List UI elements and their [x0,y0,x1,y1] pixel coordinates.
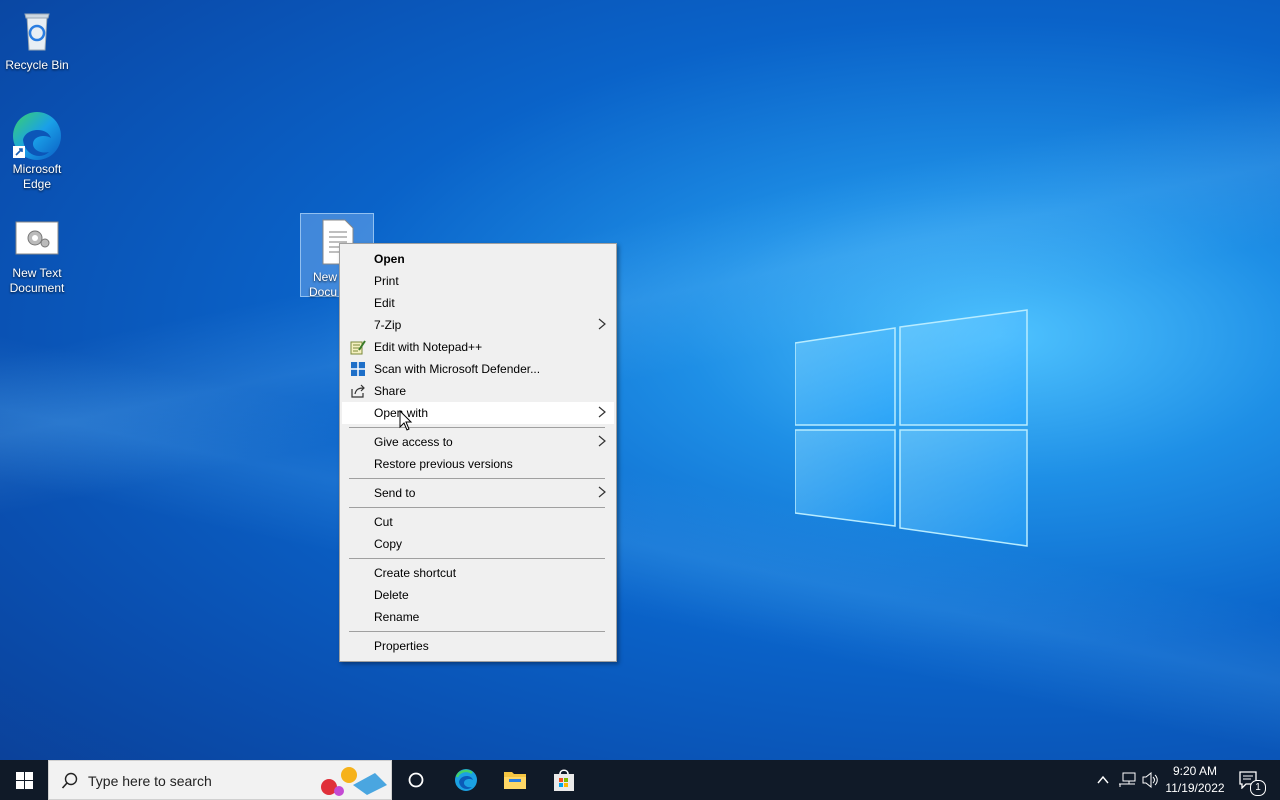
recycle-bin-icon [13,6,61,54]
desktop-icon-label: New Text [12,266,62,280]
menu-item-create-shortcut[interactable]: Create shortcut [342,562,614,584]
task-view-button[interactable] [392,760,440,800]
search-highlight-illustration-icon [321,767,387,796]
taskbar: Type here to search 9:20 AM 11/19/2022 1 [0,760,1280,800]
notification-center-button[interactable]: 1 [1236,760,1270,800]
menu-separator [349,558,605,559]
desktop-icon-label: Microsoft [12,162,62,176]
menu-item-give-access[interactable]: Give access to [342,431,614,453]
menu-item-open[interactable]: Open [342,248,614,270]
store-bag-icon [554,769,574,791]
edge-icon [13,110,61,160]
chevron-right-icon [598,318,606,330]
taskbar-search-box[interactable]: Type here to search [48,760,392,800]
edge-icon [455,769,477,791]
menu-item-label: Rename [374,610,420,624]
menu-item-label: Open [374,252,405,266]
menu-item-send-to[interactable]: Send to [342,482,614,504]
desktop-icon-label: Recycle Bin [5,58,69,72]
menu-item-scan-defender[interactable]: Scan with Microsoft Defender... [342,358,614,380]
menu-item-rename[interactable]: Rename [342,606,614,628]
chevron-up-icon[interactable] [1097,775,1109,785]
menu-item-label: Delete [374,588,409,602]
taskbar-store-button[interactable] [540,760,588,800]
desktop-icon-label: Edge [22,177,52,191]
menu-item-label: Cut [374,515,393,529]
menu-item-7zip[interactable]: 7-Zip [342,314,614,336]
menu-item-label: Restore previous versions [374,457,513,471]
menu-item-edit-with-notepad[interactable]: Edit with Notepad++ [342,336,614,358]
menu-item-print[interactable]: Print [342,270,614,292]
notepad-plus-plus-icon [350,340,366,355]
taskbar-edge-button[interactable] [442,760,490,800]
clock-date: 11/19/2022 [1165,781,1225,795]
desktop-icon-new-text-document-1[interactable]: New Text Document [0,214,74,296]
menu-separator [349,427,605,428]
desktop-icon-label: Document [9,281,65,295]
volume-icon[interactable] [1142,772,1160,788]
start-button[interactable] [0,760,48,800]
desktop-icon-recycle-bin[interactable]: Recycle Bin [0,6,74,73]
menu-item-label: Edit [374,296,395,310]
menu-separator [349,478,605,479]
chevron-right-icon [598,435,606,447]
chevron-right-icon [598,406,606,418]
menu-item-copy[interactable]: Copy [342,533,614,555]
menu-item-properties[interactable]: Properties [342,635,614,657]
menu-item-label: Scan with Microsoft Defender... [374,362,541,376]
menu-item-label: Edit with Notepad++ [374,340,483,354]
menu-item-label: Properties [374,639,429,653]
mouse-cursor-icon [399,410,413,431]
clock[interactable]: 9:20 AM 11/19/2022 [1164,764,1226,795]
notification-count-badge: 1 [1250,780,1266,796]
menu-separator [349,631,605,632]
menu-item-share[interactable]: Share [342,380,614,402]
cortana-circle-icon [408,772,424,788]
clock-time: 9:20 AM [1172,764,1218,778]
menu-item-open-with[interactable]: Open with [342,402,614,424]
menu-item-label: Share [374,384,407,398]
menu-item-cut[interactable]: Cut [342,511,614,533]
menu-item-label: 7-Zip [374,318,402,332]
context-menu: Open Print Edit 7-Zip Edit with Notepad+… [339,243,617,662]
taskbar-file-explorer-button[interactable] [491,760,539,800]
share-icon [351,384,365,398]
windows-logo-wallpaper [795,309,1028,547]
windows-start-icon [16,772,33,789]
search-icon [61,772,78,789]
menu-separator [349,507,605,508]
chevron-right-icon [598,486,606,498]
menu-item-edit[interactable]: Edit [342,292,614,314]
desktop-icon-microsoft-edge[interactable]: Microsoft Edge [0,110,74,192]
menu-item-restore-versions[interactable]: Restore previous versions [342,453,614,475]
light-beam [0,40,1280,560]
menu-item-label: Copy [374,537,403,551]
light-beam [0,300,1280,760]
menu-item-label: Give access to [374,435,453,449]
settings-document-icon [13,214,61,262]
menu-item-label: Create shortcut [374,566,457,580]
menu-item-delete[interactable]: Delete [342,584,614,606]
folder-icon [504,772,526,789]
network-icon[interactable] [1118,772,1136,788]
menu-item-label: Print [374,274,399,288]
search-placeholder: Type here to search [88,773,212,789]
menu-item-label: Send to [374,486,416,500]
defender-shield-icon [351,362,365,376]
